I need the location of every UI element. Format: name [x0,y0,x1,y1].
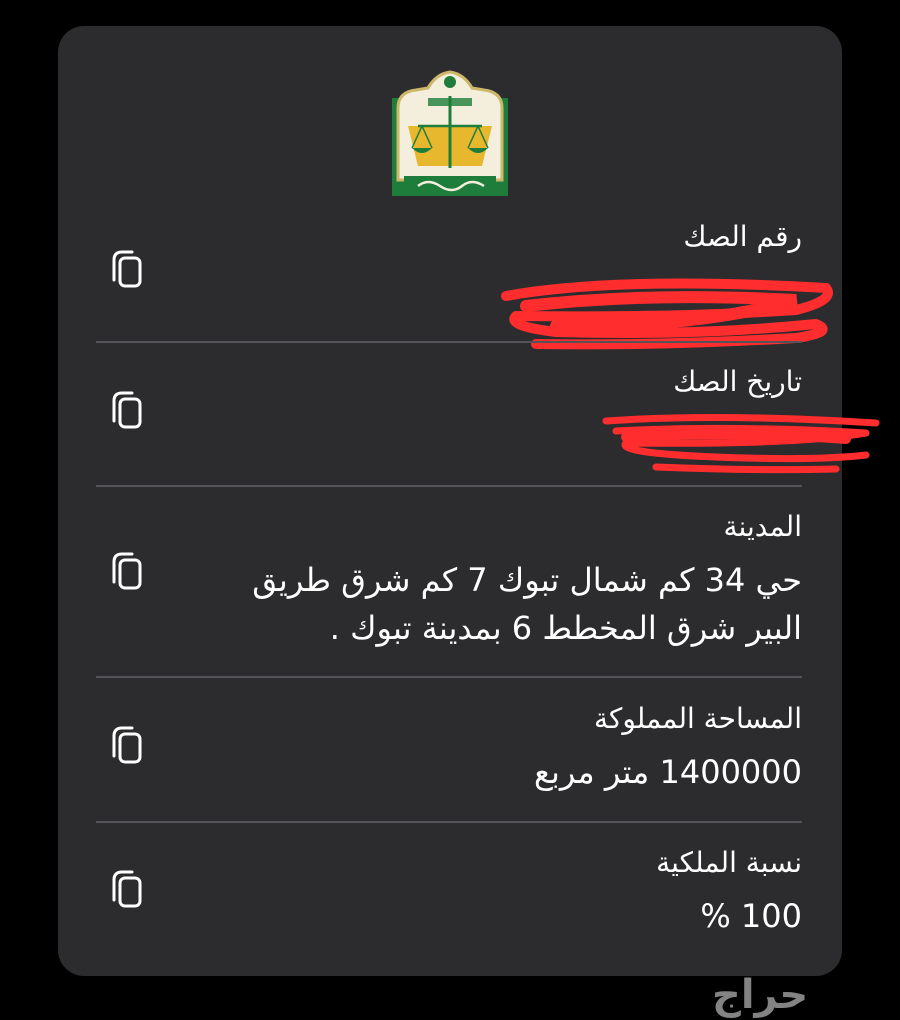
city-row: المدينة حي 34 كم شمال تبوك 7 كم شرق طريق… [96,506,802,666]
copy-button[interactable] [106,246,150,296]
copy-button[interactable] [106,548,150,598]
divider [96,485,802,487]
haraj-watermark: حراج [712,972,809,1018]
divider [96,341,802,343]
owned-area-row: المساحة المملوكة 1400000 متر مربع [96,698,802,818]
copy-button[interactable] [106,722,150,772]
copy-button[interactable] [106,866,150,916]
city-value-line-2: البير شرق المخطط 6 بمدينة تبوك . [329,609,802,647]
ownership-ratio-value: 100 % [700,897,802,935]
city-value-line-1: حي 34 كم شمال تبوك 7 كم شرق طريق [252,561,802,599]
deed-date-row: تاريخ الصك [96,361,880,481]
ministry-of-justice-logo [392,70,508,196]
copy-icon [112,391,142,429]
copy-icon [112,552,142,590]
owned-area-value: 1400000 متر مربع [533,753,802,791]
copy-icon [112,726,142,764]
redaction-scribble [602,413,880,474]
deed-number-label: رقم الصك [683,220,802,253]
owned-area-label: المساحة المملوكة [594,702,802,735]
divider [96,676,802,678]
deed-number-row: رقم الصك [96,216,833,350]
copy-icon [112,250,142,288]
ownership-ratio-row: نسبة الملكية 100 % [96,842,802,962]
city-label: المدينة [723,510,802,543]
divider [96,821,802,823]
copy-button[interactable] [106,387,150,437]
ownership-ratio-label: نسبة الملكية [656,846,802,879]
copy-icon [112,870,142,908]
deed-date-label: تاريخ الصك [673,365,802,398]
deed-card: رقم الصك تاريخ الصك المدينة حي 34 كم شما… [58,26,880,976]
